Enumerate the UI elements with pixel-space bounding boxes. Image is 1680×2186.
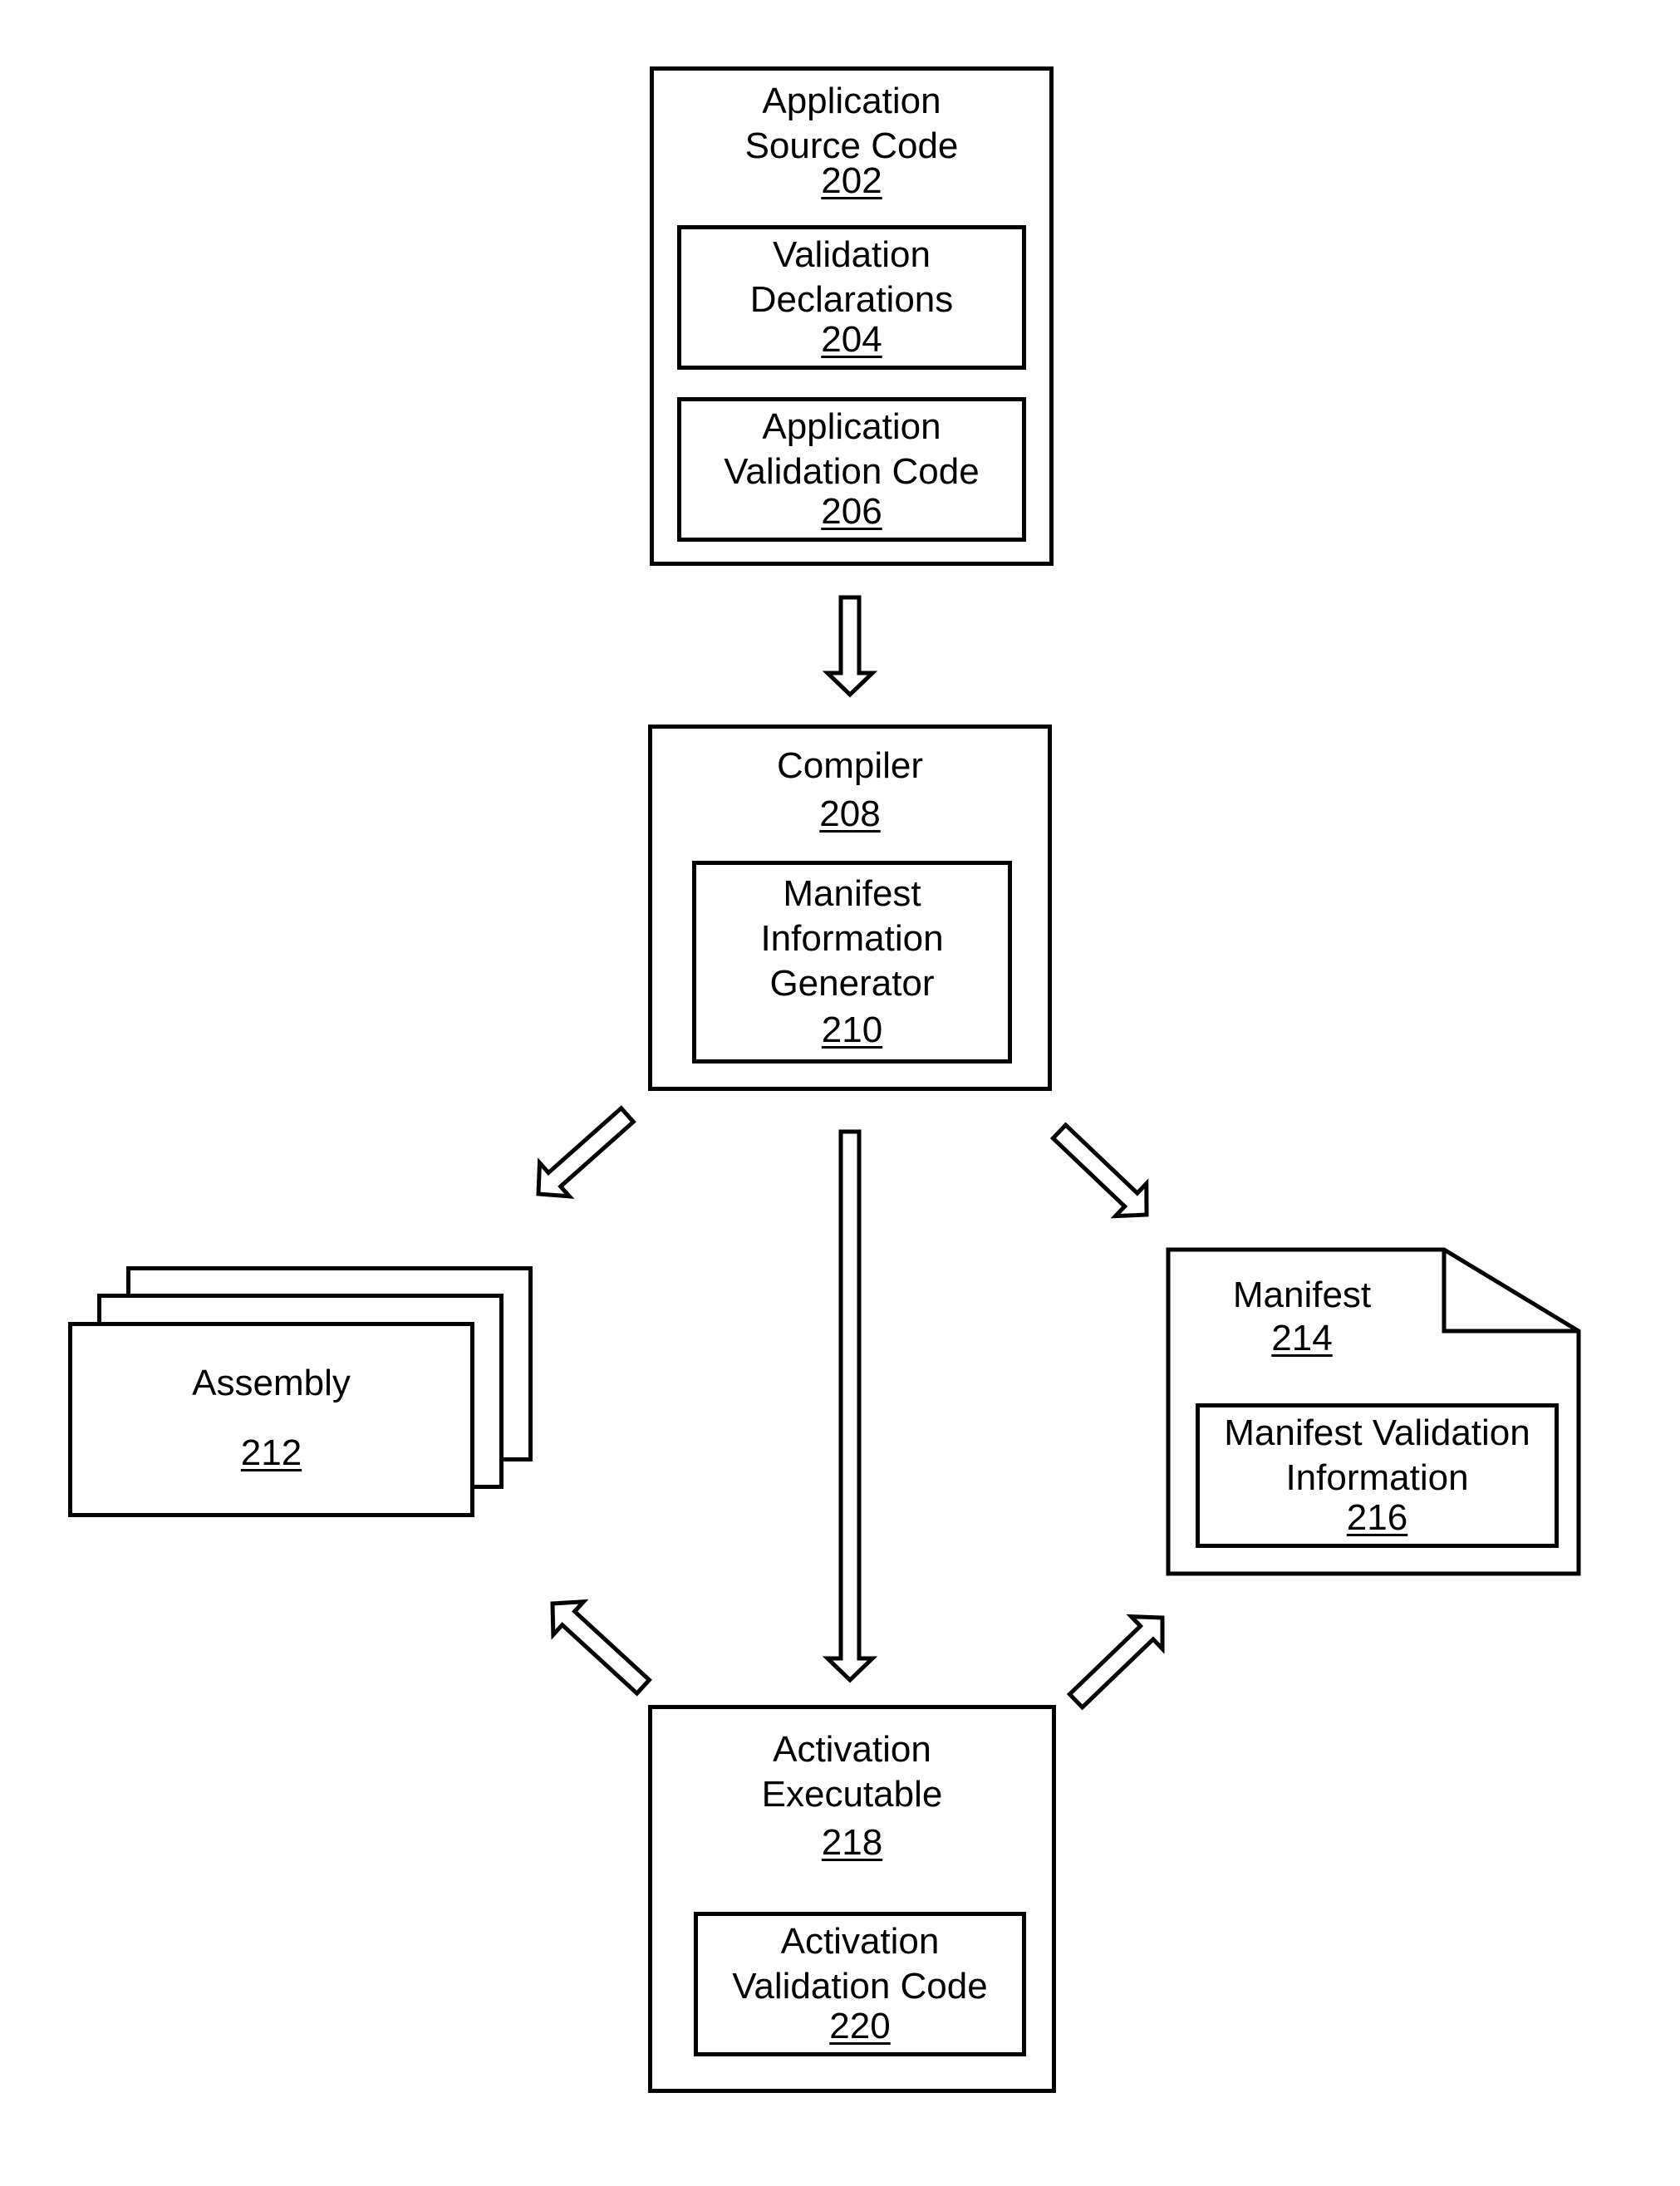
- activation-executable-title-1: Activation: [773, 1729, 931, 1770]
- validation-declarations-title-1: Validation: [773, 234, 931, 275]
- generator-ref: 210: [821, 1009, 883, 1050]
- assembly-ref: 212: [240, 1432, 302, 1473]
- validation-declarations-ref: 204: [821, 319, 882, 360]
- activation-executable-title-2: Executable: [761, 1774, 943, 1815]
- activation-validation-title-2: Validation Code: [732, 1966, 988, 2007]
- activation-validation-code-box: Activation Validation Code 220: [694, 1912, 1026, 2056]
- application-validation-code-title-1: Application: [762, 406, 941, 447]
- source-code-ref: 202: [821, 160, 882, 201]
- arrow-activation-executable-to-assembly: [550, 1599, 652, 1697]
- arrow-compiler-to-activation-executable: [822, 1129, 878, 1683]
- application-source-code-box: Application Source Code 202 Validation D…: [650, 66, 1054, 566]
- manifest-info-generator-box: Manifest Information Generator 210: [692, 861, 1012, 1064]
- activation-executable-box: Activation Executable 218 Activation Val…: [648, 1705, 1056, 2093]
- activation-validation-ref: 220: [829, 2006, 891, 2046]
- manifest-box: Manifest 214 Manifest Validation Informa…: [1167, 1248, 1580, 1575]
- assembly-title: Assembly: [192, 1363, 351, 1403]
- source-code-title-1: Application: [762, 81, 941, 121]
- application-validation-code-box: Application Validation Code 206: [677, 397, 1026, 542]
- arrow-activation-executable-to-manifest: [1066, 1614, 1165, 1711]
- compiler-title: Compiler: [776, 745, 924, 786]
- manifest-validation-ref: 216: [1346, 1497, 1408, 1538]
- arrow-compiler-to-assembly: [536, 1105, 636, 1199]
- manifest-title: Manifest: [1232, 1275, 1372, 1315]
- manifest-validation-title-2: Information: [1285, 1457, 1469, 1498]
- application-validation-code-title-2: Validation Code: [724, 451, 980, 492]
- validation-declarations-title-2: Declarations: [749, 279, 954, 320]
- activation-executable-ref: 218: [821, 1822, 883, 1863]
- compiler-ref: 208: [819, 793, 881, 834]
- assembly-box: Assembly 212: [68, 1322, 474, 1517]
- generator-title-1: Manifest: [783, 873, 921, 914]
- manifest-ref: 214: [1271, 1318, 1333, 1358]
- arrow-compiler-to-manifest: [1049, 1122, 1149, 1219]
- generator-title-2: Information: [760, 918, 944, 959]
- manifest-validation-title-1: Manifest Validation: [1224, 1412, 1530, 1453]
- generator-title-3: Generator: [769, 963, 935, 1004]
- activation-validation-title-1: Activation: [780, 1921, 940, 1962]
- application-validation-code-ref: 206: [821, 491, 882, 532]
- arrow-source-code-to-compiler: [822, 595, 878, 698]
- validation-declarations-box: Validation Declarations 204: [677, 225, 1026, 370]
- manifest-validation-info-box: Manifest Validation Information 216: [1196, 1403, 1559, 1548]
- compiler-box: Compiler 208 Manifest Information Genera…: [648, 725, 1052, 1091]
